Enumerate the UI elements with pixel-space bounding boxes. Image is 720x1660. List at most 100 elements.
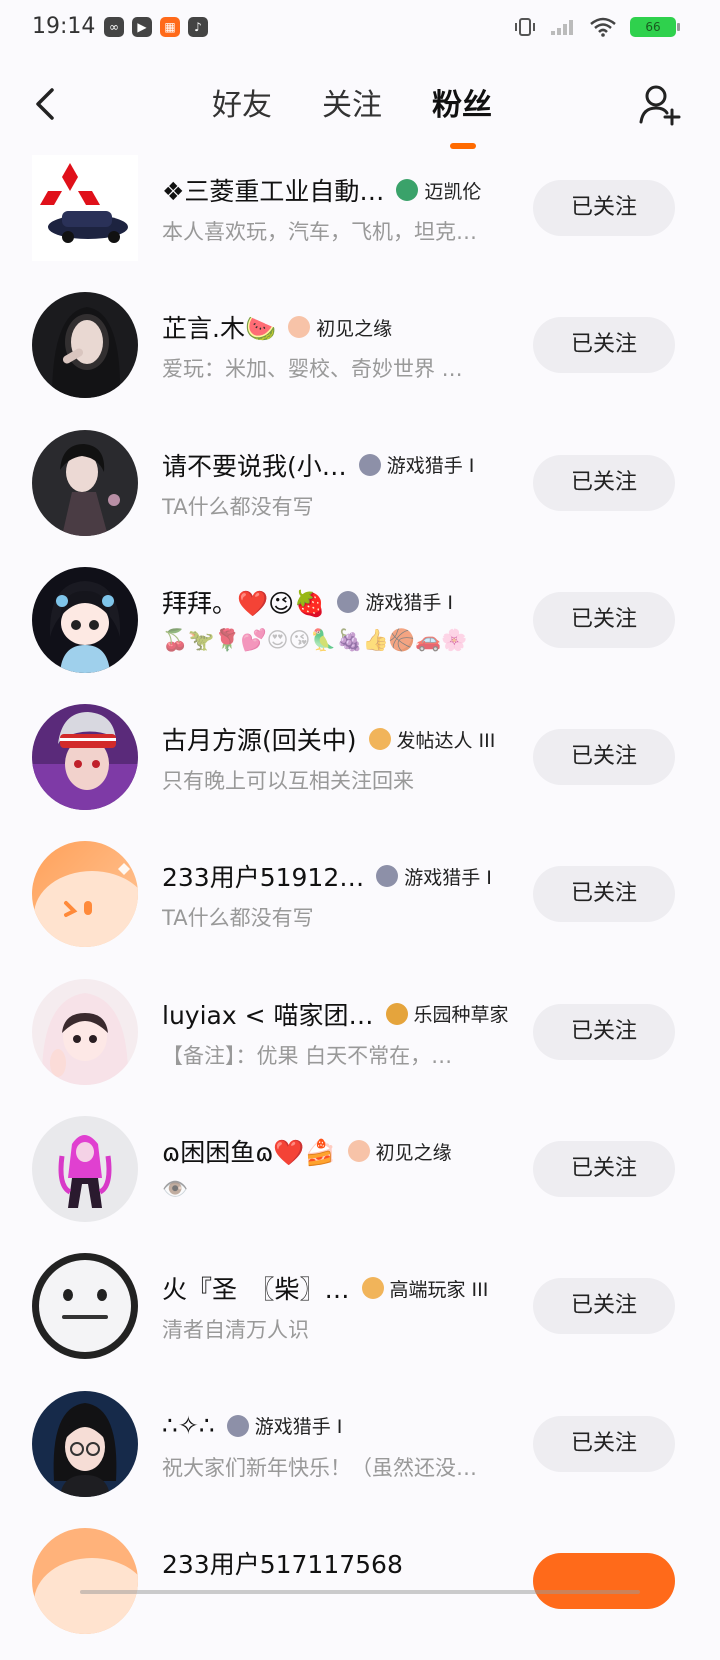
tab-bar: 好友 关注 粉丝 (0, 80, 720, 140)
vibrate-icon (515, 18, 535, 36)
home-indicator (80, 1590, 640, 1594)
follower-bio: 本人喜欢玩，汽车，飞机，坦克… (162, 220, 477, 244)
followed-button[interactable]: 已关注 (533, 454, 675, 511)
badge-label: 迈凯伦 (424, 180, 482, 203)
follower-name: 芷言.木🍉 (162, 314, 277, 344)
avatar[interactable] (32, 1253, 138, 1360)
follower-badge: 迈凯伦 (396, 177, 481, 204)
follower-name: 古月方源(回关中) (162, 726, 357, 756)
avatar[interactable] (32, 1116, 138, 1223)
status-time: 19:14 (32, 14, 96, 39)
badge-icon (376, 865, 399, 888)
badge-icon (347, 1140, 370, 1163)
badge-label: 初见之缘 (375, 1141, 452, 1164)
list-item[interactable]: 火『圣 〖柴〗… 高端玩家 III 清者自清万人识 已关注 (0, 1248, 720, 1385)
avatar[interactable] (32, 429, 138, 536)
follower-badge: 游戏猎手 I (226, 1412, 343, 1439)
avatar[interactable] (32, 566, 138, 673)
avatar[interactable] (32, 978, 138, 1085)
battery-indicator: 66 (630, 17, 680, 37)
wifi-icon (590, 17, 616, 37)
follower-badge: 游戏猎手 I (358, 451, 475, 478)
list-item[interactable]: ❖三菱重工业自動… 迈凯伦 本人喜欢玩，汽车，飞机，坦克… 已关注 (0, 150, 720, 287)
followed-button[interactable]: 已关注 (533, 866, 675, 923)
followed-button[interactable]: 已关注 (533, 1278, 675, 1335)
follower-bio: TA什么都没有写 (162, 494, 314, 519)
follower-bio: 🍒🦖🌹💕😍😘🦜🍇👍🏀🚗🌸 (162, 627, 468, 652)
add-friend-icon[interactable] (638, 82, 682, 126)
follower-bio: 清者自清万人识 (162, 1318, 309, 1343)
tab-followers[interactable]: 粉丝 (432, 80, 492, 124)
avatar[interactable] (32, 841, 138, 948)
follower-name: ɷ困困鱼ɷ❤️🍰 (162, 1138, 336, 1168)
follower-badge: 初见之缘 (288, 314, 392, 341)
list-item[interactable]: 古月方源(回关中) 发帖达人 III 只有晚上可以互相关注回来 已关注 (0, 699, 720, 836)
follower-badge: 游戏猎手 I (337, 588, 453, 615)
badge-label: 高端玩家 III (389, 1278, 489, 1301)
signal-icon (551, 20, 573, 35)
follower-name: ∴✧∴ (162, 1411, 215, 1441)
avatar[interactable] (32, 155, 138, 261)
badge-label: 发帖达人 III (396, 729, 496, 752)
list-item[interactable]: ∴✧∴ 游戏猎手 I 祝大家们新年快乐！（虽然还没… 已关注 (0, 1386, 720, 1523)
follower-badge: 高端玩家 III (361, 1275, 489, 1302)
avatar[interactable] (32, 292, 138, 399)
followed-button[interactable]: 已关注 (533, 1415, 675, 1472)
music-app-icon: ♪ (188, 17, 208, 37)
follower-name: 233用户51912… (162, 863, 365, 893)
badge-icon (337, 590, 360, 613)
follower-badge: 初见之缘 (347, 1138, 452, 1165)
badge-label: 初见之缘 (316, 317, 393, 340)
follower-badge: 游戏猎手 I (376, 863, 492, 890)
follower-badge: 发帖达人 III (368, 726, 496, 753)
badge-icon (396, 179, 419, 201)
list-item[interactable]: luyiax < 喵家团… 乐园种草家 【备注】：优果 白天不常在，… 已关注 (0, 974, 720, 1111)
active-tab-indicator (450, 143, 476, 149)
follower-name: luyiax < 喵家团… (162, 1000, 374, 1030)
follow-back-button[interactable] (533, 1552, 675, 1609)
follower-name: 火『圣 〖柴〗… (162, 1275, 350, 1305)
grid-app-icon: ▦ (160, 17, 180, 37)
follower-name: 233用户517117568 (162, 1549, 403, 1579)
status-app-icons: ∞ ▶ ▦ ♪ (104, 17, 208, 37)
status-bar: 19:14 ∞ ▶ ▦ ♪ 66 (0, 0, 720, 58)
list-item[interactable]: ɷ困困鱼ɷ❤️🍰 初见之缘 👁️ 已关注 (0, 1111, 720, 1248)
followed-button[interactable]: 已关注 (533, 317, 675, 374)
badge-label: 游戏猎手 I (386, 455, 475, 478)
tab-following[interactable]: 关注 (322, 80, 382, 124)
tab-friends[interactable]: 好友 (212, 80, 272, 124)
play-app-icon: ▶ (132, 17, 152, 37)
list-item[interactable]: 请不要说我(小… 游戏猎手 I TA什么都没有写 已关注 (0, 425, 720, 562)
follower-badge: 乐园种草家 (385, 1000, 509, 1027)
badge-label: 乐园种草家 (413, 1004, 509, 1027)
follower-bio: 爱玩：米加、婴校、奇妙世界 … (162, 357, 463, 382)
badge-label: 游戏猎手 I (254, 1416, 343, 1439)
badge-icon (361, 1277, 384, 1300)
badge-label: 游戏猎手 I (404, 866, 492, 889)
list-item[interactable]: 芷言.木🍉 初见之缘 爱玩：米加、婴校、奇妙世界 … 已关注 (0, 287, 720, 424)
follower-bio: 👁️ (162, 1177, 189, 1202)
follower-name: 拜拜。❤️😉🍓 (162, 588, 326, 618)
header: 好友 关注 粉丝 (0, 58, 720, 154)
follower-name: ❖三菱重工业自動… (162, 177, 385, 206)
badge-icon (358, 453, 381, 476)
avatar[interactable] (32, 704, 138, 811)
followed-button[interactable]: 已关注 (533, 180, 675, 236)
badge-icon (288, 316, 311, 339)
followed-button[interactable]: 已关注 (533, 591, 675, 648)
follower-bio: 祝大家们新年快乐！（虽然还没… (162, 1455, 477, 1480)
badge-icon (368, 728, 391, 751)
follower-name: 请不要说我(小… (162, 451, 347, 481)
avatar[interactable] (32, 1390, 138, 1497)
badge-icon (385, 1002, 408, 1025)
link-app-icon: ∞ (104, 17, 124, 37)
list-item[interactable]: 233用户51912… 游戏猎手 I TA什么都没有写 已关注 (0, 836, 720, 973)
avatar[interactable] (32, 1527, 138, 1634)
followed-button[interactable]: 已关注 (533, 729, 675, 786)
followed-button[interactable]: 已关注 (533, 1003, 675, 1060)
badge-icon (226, 1414, 249, 1437)
list-item[interactable]: 拜拜。❤️😉🍓 游戏猎手 I 🍒🦖🌹💕😍😘🦜🍇👍🏀🚗🌸 已关注 (0, 562, 720, 699)
followed-button[interactable]: 已关注 (533, 1141, 675, 1198)
follower-bio: 【备注】：优果 白天不常在，… (162, 1043, 453, 1068)
follower-bio: 只有晚上可以互相关注回来 (162, 769, 414, 794)
